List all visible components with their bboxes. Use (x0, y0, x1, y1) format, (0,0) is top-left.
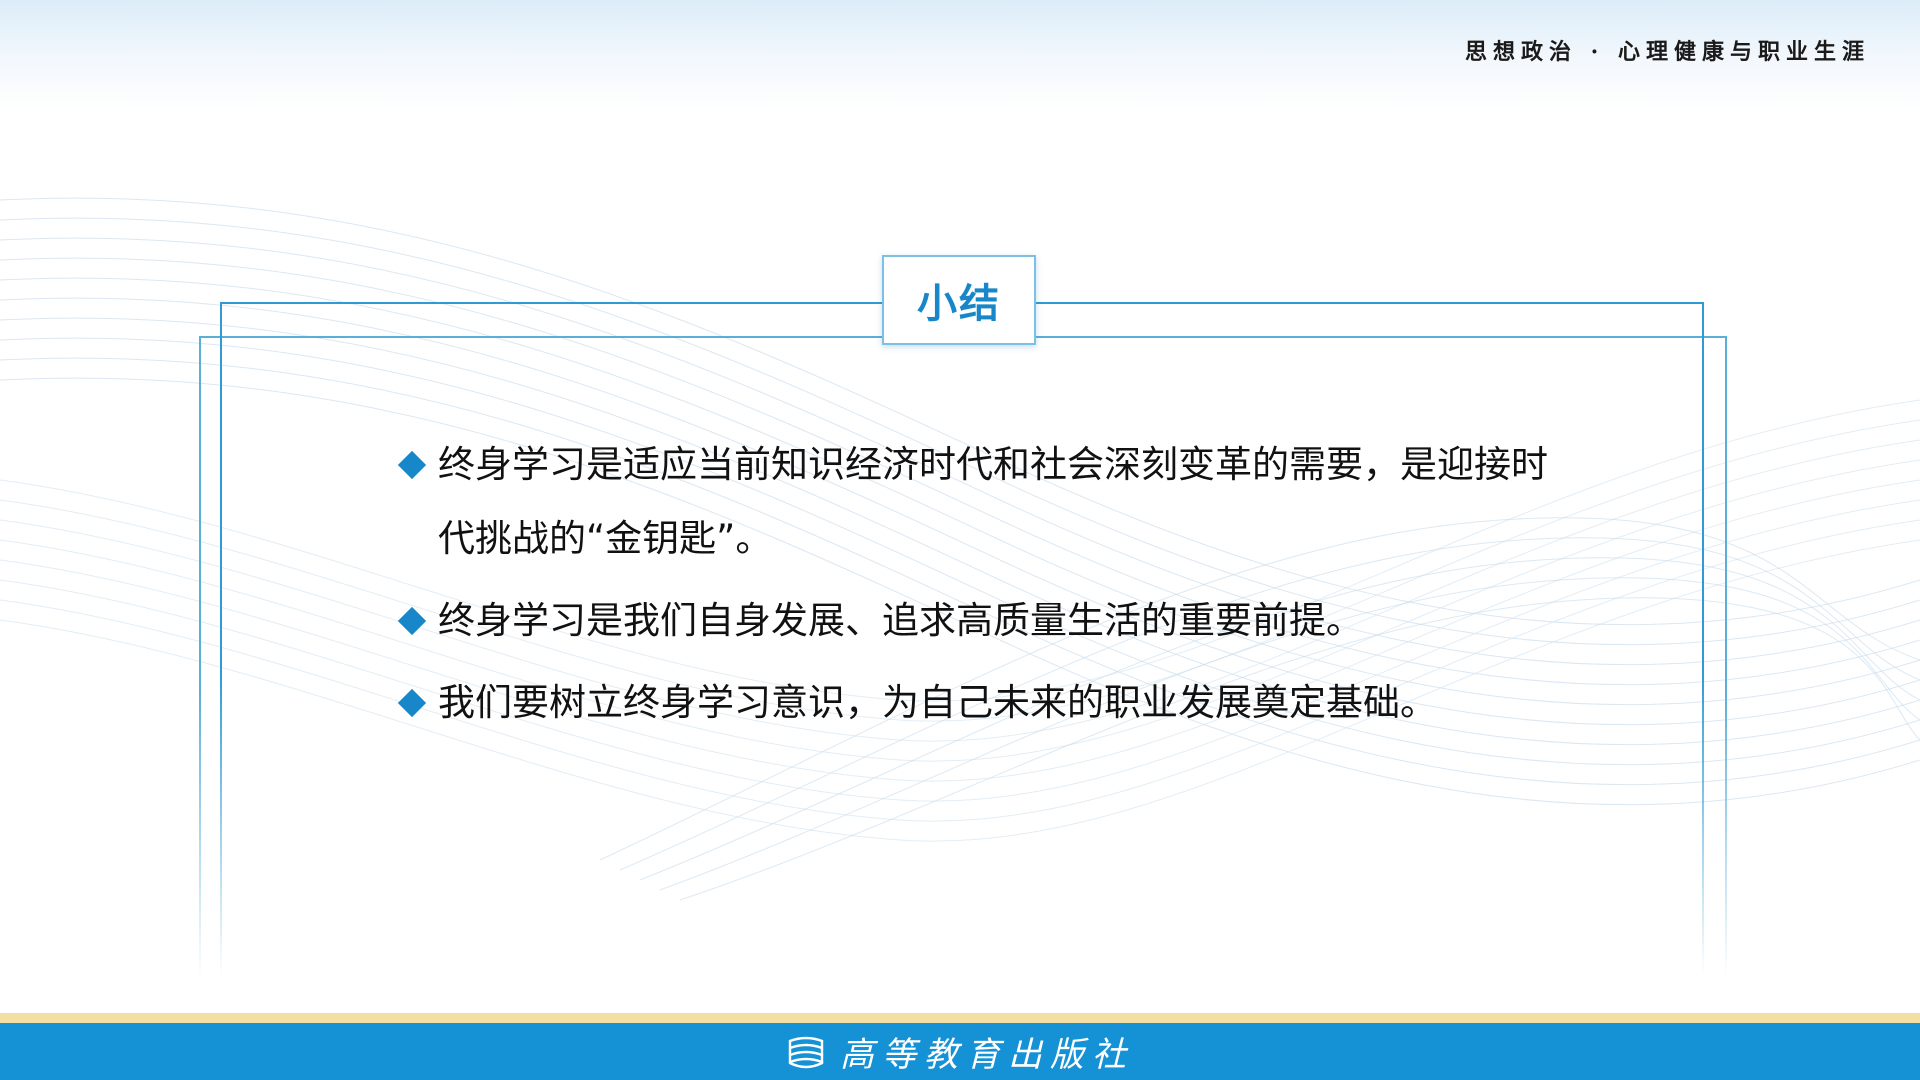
footer-gold-line (0, 1013, 1920, 1023)
diamond-bullet-icon (397, 666, 438, 740)
diamond-bullet-icon (397, 428, 438, 502)
list-item-text: 终身学习是适应当前知识经济时代和社会深刻变革的需要，是迎接时代挑战的“金钥匙”。 (438, 443, 1548, 560)
course-title: 思想政治 · 心理健康与职业生涯 (1465, 39, 1870, 65)
list-item: 终身学习是我们自身发展、追求高质量生活的重要前提。 (397, 584, 1558, 658)
list-item: 终身学习是适应当前知识经济时代和社会深刻变革的需要，是迎接时代挑战的“金钥匙”。 (397, 428, 1558, 576)
list-item-text: 我们要树立终身学习意识，为自己未来的职业发展奠定基础。 (438, 681, 1437, 724)
footer-bar: 高等教育出版社 (0, 1023, 1920, 1080)
section-title-box: 小结 (882, 255, 1036, 345)
list-item-text: 终身学习是我们自身发展、追求高质量生活的重要前提。 (438, 599, 1363, 642)
diamond-bullet-icon (397, 584, 438, 658)
section-title: 小结 (917, 281, 1001, 327)
summary-list: 终身学习是适应当前知识经济时代和社会深刻变革的需要，是迎接时代挑战的“金钥匙”。… (397, 428, 1558, 748)
list-item: 我们要树立终身学习意识，为自己未来的职业发展奠定基础。 (397, 666, 1558, 740)
book-stack-icon (788, 1036, 824, 1068)
publisher-name: 高等教育出版社 (840, 1035, 1134, 1075)
slide: 思想政治 · 心理健康与职业生涯 小结 终身学习是适应当前知识经济时代和社会深刻… (0, 0, 1920, 1080)
publisher-logo: 高等教育出版社 (786, 1027, 1134, 1076)
